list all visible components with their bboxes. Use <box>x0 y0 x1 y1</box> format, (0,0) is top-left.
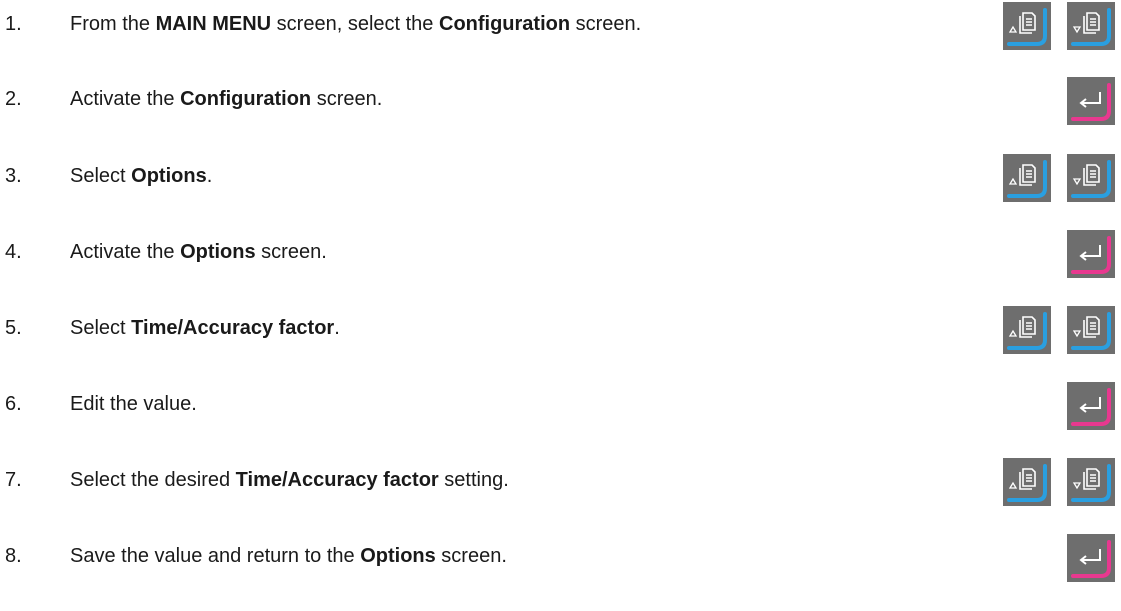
enter-button[interactable] <box>1067 382 1115 430</box>
page-up-icon <box>1007 8 1047 46</box>
page-down-icon <box>1071 8 1111 46</box>
step-3: 3. Select Options. <box>0 154 1121 222</box>
step-text-part: Select the desired <box>70 469 236 491</box>
step-number: 1. <box>5 13 22 35</box>
page-down-button[interactable] <box>1067 2 1115 50</box>
page-down-icon <box>1071 464 1111 502</box>
step-keyword: MAIN MENU <box>155 13 272 35</box>
step-text-part: Activate the <box>70 88 181 110</box>
page-down-icon <box>1071 312 1111 350</box>
step-text-part: . <box>334 317 340 339</box>
enter-icon <box>1071 83 1111 121</box>
step-text: Select Options. <box>70 162 212 190</box>
page-down-button[interactable] <box>1067 458 1115 506</box>
step-number: 5. <box>5 317 22 339</box>
page-down-button[interactable] <box>1067 154 1115 202</box>
page-down-icon <box>1071 160 1111 198</box>
step-text-part: From the <box>70 13 156 35</box>
page-up-icon <box>1007 464 1047 502</box>
step-text-part: Select <box>70 165 132 187</box>
step-text-part: screen. <box>311 88 383 110</box>
step-number: 6. <box>5 393 22 415</box>
page-up-button[interactable] <box>1003 154 1051 202</box>
step-text-part: screen. <box>435 545 507 567</box>
enter-icon <box>1071 236 1111 274</box>
enter-button[interactable] <box>1067 77 1115 125</box>
page-up-button[interactable] <box>1003 458 1051 506</box>
enter-icon <box>1071 540 1111 578</box>
enter-button[interactable] <box>1067 534 1115 582</box>
step-keyword: Options <box>360 545 436 567</box>
step-text-part: screen. <box>255 241 327 263</box>
step-number: 3. <box>5 165 22 187</box>
step-1: 1. From the MAIN MENU screen, select the … <box>0 2 1121 70</box>
page-up-icon <box>1007 312 1047 350</box>
enter-icon <box>1071 388 1111 426</box>
step-text: Select the desired Time/Accuracy factor … <box>70 466 509 494</box>
step-text-part: Edit the value. <box>70 393 197 415</box>
step-number: 2. <box>5 88 22 110</box>
step-text-part: Save the value and return to the <box>70 545 361 567</box>
step-6: 6. Edit the value. <box>0 382 1121 450</box>
page-down-button[interactable] <box>1067 306 1115 354</box>
step-4: 4. Activate the Options screen. <box>0 230 1121 298</box>
step-text-part: screen, select the <box>271 13 439 35</box>
step-text: From the MAIN MENU screen, select the Co… <box>70 10 641 38</box>
step-keyword: Configuration <box>439 13 571 35</box>
page-up-button[interactable] <box>1003 2 1051 50</box>
enter-button[interactable] <box>1067 230 1115 278</box>
step-number: 4. <box>5 241 22 263</box>
step-text: Edit the value. <box>70 390 197 418</box>
step-keyword: Options <box>131 165 207 187</box>
step-number: 7. <box>5 469 22 491</box>
page-up-icon <box>1007 160 1047 198</box>
step-keyword: Configuration <box>180 88 312 110</box>
step-number: 8. <box>5 545 22 567</box>
step-text: Select Time/Accuracy factor. <box>70 314 340 342</box>
step-7: 7. Select the desired Time/Accuracy facto… <box>0 458 1121 526</box>
step-keyword: Options <box>180 241 256 263</box>
step-5: 5. Select Time/Accuracy factor. <box>0 306 1121 374</box>
step-text-part: setting. <box>438 469 509 491</box>
step-text-part: Activate the <box>70 241 181 263</box>
step-keyword: Time/Accuracy factor <box>235 469 439 491</box>
step-keyword: Time/Accuracy factor <box>131 317 335 339</box>
step-2: 2. Activate the Configuration screen. <box>0 77 1121 145</box>
step-text: Activate the Options screen. <box>70 238 327 266</box>
step-8: 8. Save the value and return to the Optio… <box>0 534 1121 602</box>
step-text: Activate the Configuration screen. <box>70 85 382 113</box>
step-text: Save the value and return to the Options… <box>70 542 507 570</box>
step-text-part: . <box>206 165 213 187</box>
step-text-part: Select <box>70 317 132 339</box>
page-up-button[interactable] <box>1003 306 1051 354</box>
step-text-part: screen. <box>570 13 642 35</box>
